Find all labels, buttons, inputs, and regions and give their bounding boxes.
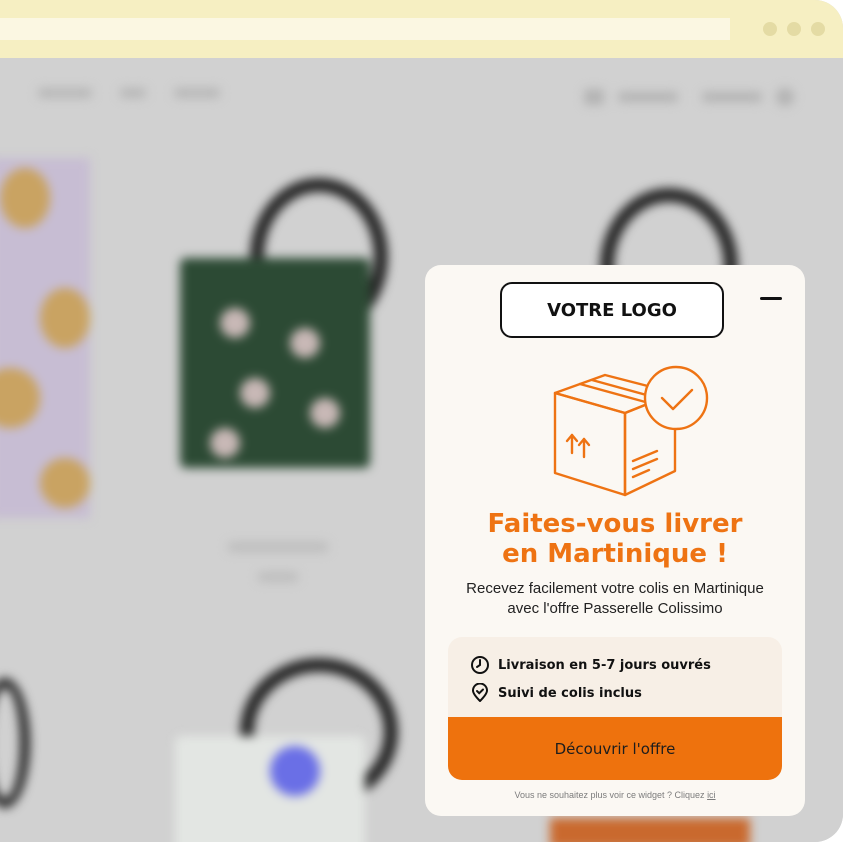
nav-item[interactable] xyxy=(618,92,678,102)
pattern-dot xyxy=(0,168,50,228)
offer-card: Livraison en 5-7 jours ouvrés Suivi de c… xyxy=(448,637,782,780)
product-name[interactable] xyxy=(228,542,328,552)
pattern-dot xyxy=(220,308,250,338)
site-nav xyxy=(38,88,220,98)
product-image[interactable] xyxy=(180,258,370,468)
pattern-dot xyxy=(210,428,240,458)
cart-icon[interactable] xyxy=(584,89,604,105)
window-dot-icon[interactable] xyxy=(763,22,777,36)
site-nav-right xyxy=(584,88,794,106)
feature-label: Livraison en 5-7 jours ouvrés xyxy=(498,657,711,673)
location-check-icon xyxy=(472,683,488,702)
nav-item[interactable] xyxy=(174,88,220,98)
discover-offer-button[interactable]: Découvrir l'offre xyxy=(448,717,782,780)
title-line: Faites-vous livrer xyxy=(487,509,743,539)
pattern-dot xyxy=(0,368,40,428)
window-dot-icon[interactable] xyxy=(787,22,801,36)
popup-title: Faites-vous livrer en Martinique ! xyxy=(425,509,805,569)
feature-label: Suivi de colis inclus xyxy=(498,685,642,701)
product-price xyxy=(258,572,298,582)
product-image[interactable] xyxy=(550,818,750,842)
browser-toolbar xyxy=(0,0,843,58)
address-bar[interactable] xyxy=(0,18,730,40)
title-line: en Martinique ! xyxy=(502,539,728,569)
feature-item: Livraison en 5-7 jours ouvrés xyxy=(470,655,711,675)
pattern-dot xyxy=(290,328,320,358)
clock-icon xyxy=(471,656,489,674)
pattern-dot xyxy=(40,288,90,348)
account-icon[interactable] xyxy=(776,88,794,106)
dismiss-link[interactable]: ici xyxy=(707,790,716,800)
dismiss-text: Vous ne souhaitez plus voir ce widget ? … xyxy=(514,790,708,800)
subtitle-line: Recevez facilement votre colis en Martin… xyxy=(466,580,764,597)
pattern-dot xyxy=(310,398,340,428)
popup-subtitle: Recevez facilement votre colis en Martin… xyxy=(435,579,795,619)
window-dot-icon[interactable] xyxy=(811,22,825,36)
product-image[interactable] xyxy=(175,736,365,842)
pattern-dot xyxy=(270,746,320,796)
package-delivery-check-icon xyxy=(553,365,709,497)
browser-window: VOTRE LOGO Faites-vous livrer en Martini… xyxy=(0,0,843,842)
feature-item: Suivi de colis inclus xyxy=(470,683,642,703)
pattern-dot xyxy=(40,458,90,508)
nav-item[interactable] xyxy=(702,92,762,102)
nav-item[interactable] xyxy=(38,88,92,98)
bag-handle xyxy=(0,678,30,808)
subtitle-line: avec l'offre Passerelle Colissimo xyxy=(507,600,723,617)
pattern-dot xyxy=(240,378,270,408)
widget-dismiss-text: Vous ne souhaitez plus voir ce widget ? … xyxy=(425,790,805,800)
minus-icon[interactable] xyxy=(760,293,782,305)
nav-item[interactable] xyxy=(120,88,146,98)
product-image[interactable] xyxy=(0,158,90,518)
promo-widget: VOTRE LOGO Faites-vous livrer en Martini… xyxy=(425,265,805,816)
logo-placeholder: VOTRE LOGO xyxy=(500,282,724,338)
window-controls xyxy=(763,22,825,36)
